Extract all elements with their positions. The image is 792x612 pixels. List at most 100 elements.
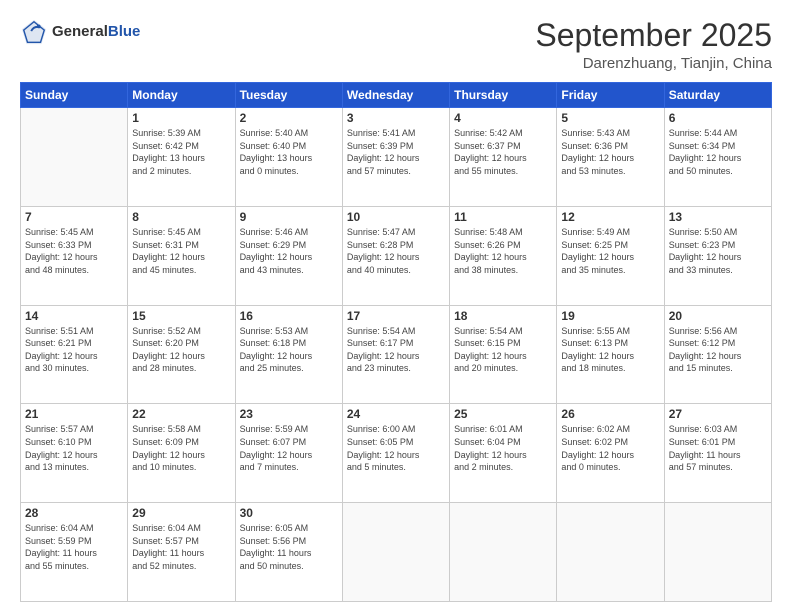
day-number: 8 [132,210,230,224]
day-info-line: Sunrise: 5:51 AM [25,326,94,336]
day-info-line: Daylight: 12 hours [561,153,634,163]
calendar-cell: 23Sunrise: 5:59 AMSunset: 6:07 PMDayligh… [235,404,342,503]
day-info-line: Sunset: 6:05 PM [347,437,414,447]
day-info: Sunrise: 5:54 AMSunset: 6:17 PMDaylight:… [347,325,445,375]
day-info-line: Sunset: 6:34 PM [669,141,736,151]
calendar-cell: 21Sunrise: 5:57 AMSunset: 6:10 PMDayligh… [21,404,128,503]
day-info-line: Sunset: 6:40 PM [240,141,307,151]
day-info-line: Sunset: 6:04 PM [454,437,521,447]
day-number: 27 [669,407,767,421]
calendar-cell [557,503,664,602]
day-info-line: Sunrise: 6:04 AM [132,523,201,533]
day-number: 14 [25,309,123,323]
day-number: 10 [347,210,445,224]
calendar-cell: 30Sunrise: 6:05 AMSunset: 5:56 PMDayligh… [235,503,342,602]
day-number: 9 [240,210,338,224]
day-info-line: Sunset: 6:25 PM [561,240,628,250]
calendar-week-3: 21Sunrise: 5:57 AMSunset: 6:10 PMDayligh… [21,404,772,503]
day-info: Sunrise: 5:55 AMSunset: 6:13 PMDaylight:… [561,325,659,375]
day-info-line: Daylight: 12 hours [561,351,634,361]
day-info: Sunrise: 5:41 AMSunset: 6:39 PMDaylight:… [347,127,445,177]
location: Darenzhuang, Tianjin, China [535,55,772,72]
calendar-cell: 29Sunrise: 6:04 AMSunset: 5:57 PMDayligh… [128,503,235,602]
header-row: Sunday Monday Tuesday Wednesday Thursday… [21,83,772,108]
day-info: Sunrise: 5:49 AMSunset: 6:25 PMDaylight:… [561,226,659,276]
day-info: Sunrise: 5:51 AMSunset: 6:21 PMDaylight:… [25,325,123,375]
day-info-line: Daylight: 12 hours [347,252,420,262]
day-info-line: Sunset: 6:21 PM [25,338,92,348]
day-info-line: Sunset: 6:23 PM [669,240,736,250]
day-info-line: Sunset: 5:57 PM [132,536,199,546]
calendar-cell: 8Sunrise: 5:45 AMSunset: 6:31 PMDaylight… [128,206,235,305]
calendar-week-4: 28Sunrise: 6:04 AMSunset: 5:59 PMDayligh… [21,503,772,602]
day-number: 3 [347,111,445,125]
calendar-cell: 25Sunrise: 6:01 AMSunset: 6:04 PMDayligh… [450,404,557,503]
day-info-line: and 57 minutes. [669,462,733,472]
calendar-cell: 28Sunrise: 6:04 AMSunset: 5:59 PMDayligh… [21,503,128,602]
day-number: 6 [669,111,767,125]
day-info-line: Sunset: 6:20 PM [132,338,199,348]
day-info-line: and 57 minutes. [347,166,411,176]
day-info-line: Daylight: 11 hours [25,548,97,558]
day-info-line: Sunrise: 5:57 AM [25,424,94,434]
day-info: Sunrise: 6:00 AMSunset: 6:05 PMDaylight:… [347,423,445,473]
day-info-line: Daylight: 12 hours [454,450,527,460]
day-info-line: Daylight: 12 hours [454,351,527,361]
calendar-cell: 10 Sunrise: 5:47 AMSunset: 6:28 PMDayligh… [342,206,449,305]
calendar-cell: 11Sunrise: 5:48 AMSunset: 6:26 PMDayligh… [450,206,557,305]
day-info-line: Daylight: 12 hours [132,252,205,262]
day-number: 21 [25,407,123,421]
day-info: Sunrise: 5:47 AMSunset: 6:28 PMDaylight:… [347,226,445,276]
day-info-line: and 53 minutes. [561,166,625,176]
day-info-line: Sunset: 6:29 PM [240,240,307,250]
day-info-line: and 43 minutes. [240,265,304,275]
calendar-cell [450,503,557,602]
col-monday: Monday [128,83,235,108]
day-info-line: and 0 minutes. [561,462,620,472]
day-info-line: Sunrise: 5:53 AM [240,326,309,336]
day-info-line: Sunrise: 5:45 AM [132,227,201,237]
day-number: 11 [454,210,552,224]
day-info-line: and 50 minutes. [240,561,304,571]
day-info-line: and 15 minutes. [669,363,733,373]
col-saturday: Saturday [664,83,771,108]
day-info-line: and 7 minutes. [240,462,299,472]
day-info-line: and 30 minutes. [25,363,89,373]
day-info: Sunrise: 5:54 AMSunset: 6:15 PMDaylight:… [454,325,552,375]
day-info-line: Sunset: 6:15 PM [454,338,521,348]
page: GeneralBlue September 2025 Darenzhuang, … [0,0,792,612]
calendar-cell: 15Sunrise: 5:52 AMSunset: 6:20 PMDayligh… [128,305,235,404]
day-info-line: Daylight: 13 hours [132,153,205,163]
day-info: Sunrise: 6:03 AMSunset: 6:01 PMDaylight:… [669,423,767,473]
day-info-line: Sunset: 6:28 PM [347,240,414,250]
col-thursday: Thursday [450,83,557,108]
day-info-line: Sunset: 6:17 PM [347,338,414,348]
day-info-line: and 20 minutes. [454,363,518,373]
day-number: 2 [240,111,338,125]
day-info-line: Sunrise: 5:46 AM [240,227,309,237]
day-info-line: and 0 minutes. [240,166,299,176]
day-info: Sunrise: 5:56 AMSunset: 6:12 PMDaylight:… [669,325,767,375]
day-info-line: Sunrise: 5:40 AM [240,128,309,138]
day-number: 23 [240,407,338,421]
day-info-line: Daylight: 12 hours [132,351,205,361]
calendar-cell: 20Sunrise: 5:56 AMSunset: 6:12 PMDayligh… [664,305,771,404]
day-info-line: Daylight: 12 hours [561,450,634,460]
day-info-line: Daylight: 12 hours [347,450,420,460]
logo-text: GeneralBlue [52,23,140,41]
day-info-line: and 50 minutes. [669,166,733,176]
calendar-body: 1Sunrise: 5:39 AMSunset: 6:42 PMDaylight… [21,108,772,602]
day-info-line: and 33 minutes. [669,265,733,275]
calendar-week-0: 1Sunrise: 5:39 AMSunset: 6:42 PMDaylight… [21,108,772,207]
calendar-cell: 1Sunrise: 5:39 AMSunset: 6:42 PMDaylight… [128,108,235,207]
logo-blue: Blue [108,23,141,40]
day-info-line: Sunrise: 5:59 AM [240,424,309,434]
day-info-line: Sunset: 5:56 PM [240,536,307,546]
day-info-line: Sunrise: 5:41 AM [347,128,416,138]
day-info-line: and 55 minutes. [25,561,89,571]
day-info: Sunrise: 5:52 AMSunset: 6:20 PMDaylight:… [132,325,230,375]
calendar-cell: 24Sunrise: 6:00 AMSunset: 6:05 PMDayligh… [342,404,449,503]
month-title: September 2025 [535,18,772,53]
day-info-line: Sunrise: 5:49 AM [561,227,630,237]
calendar-cell: 22Sunrise: 5:58 AMSunset: 6:09 PMDayligh… [128,404,235,503]
